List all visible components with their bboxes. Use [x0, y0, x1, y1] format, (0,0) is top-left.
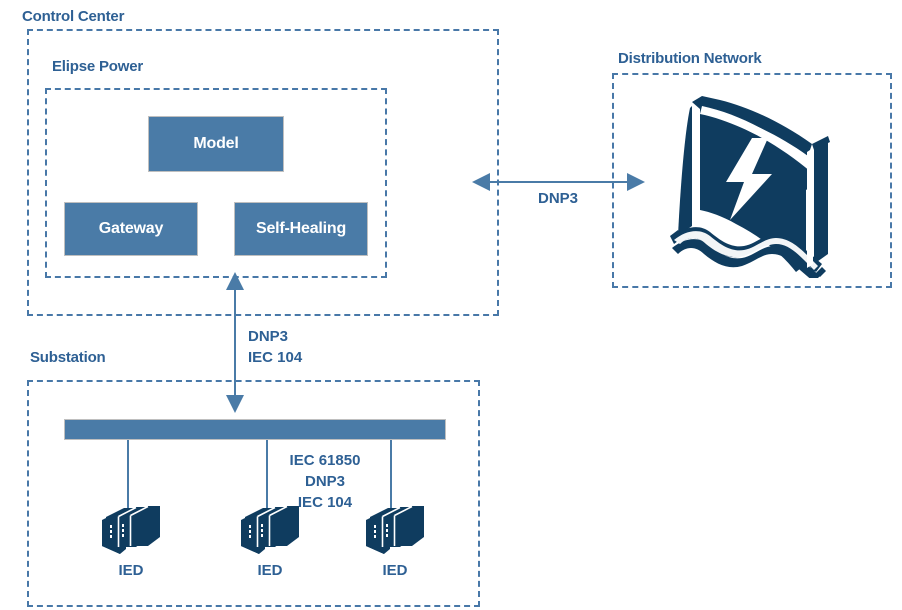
ied-label-1: IED — [118, 562, 144, 579]
ied-label-2: IED — [257, 562, 283, 579]
substation-inner-protocol-line-2: DNP3 — [304, 473, 345, 490]
bus-drop-line-3 — [390, 440, 392, 512]
ied-label-3: IED — [382, 562, 408, 579]
control-center-label: Control Center — [18, 8, 129, 26]
power-grid-icon — [648, 86, 848, 282]
bus-drop-line-2 — [266, 440, 268, 512]
gateway-box-label: Gateway — [98, 220, 164, 237]
substation-label: Substation — [26, 349, 110, 367]
substation-bus-bar — [64, 419, 446, 440]
model-box[interactable]: Model — [148, 116, 284, 172]
dnp3-label-cc-dn: DNP3 — [537, 190, 578, 207]
bus-drop-line-1 — [127, 440, 129, 512]
self-healing-box[interactable]: Self-Healing — [234, 202, 368, 256]
substation-inner-protocol-line-3: IEC 104 — [297, 494, 353, 511]
elipse-power-label: Elipse Power — [48, 58, 147, 76]
dnp3-label-cc-substation: DNP3 — [248, 328, 289, 345]
substation-inner-protocol-line-1: IEC 61850 — [289, 452, 361, 469]
diagram-canvas: Control Center Elipse Power Model Gatewa… — [0, 0, 902, 610]
model-box-label: Model — [193, 135, 239, 152]
gateway-box[interactable]: Gateway — [64, 202, 198, 256]
ied-icon-1[interactable] — [100, 505, 162, 555]
distribution-network-label: Distribution Network — [614, 50, 766, 68]
self-healing-box-label: Self-Healing — [255, 220, 347, 237]
iec104-label-cc-substation: IEC 104 — [248, 349, 303, 366]
